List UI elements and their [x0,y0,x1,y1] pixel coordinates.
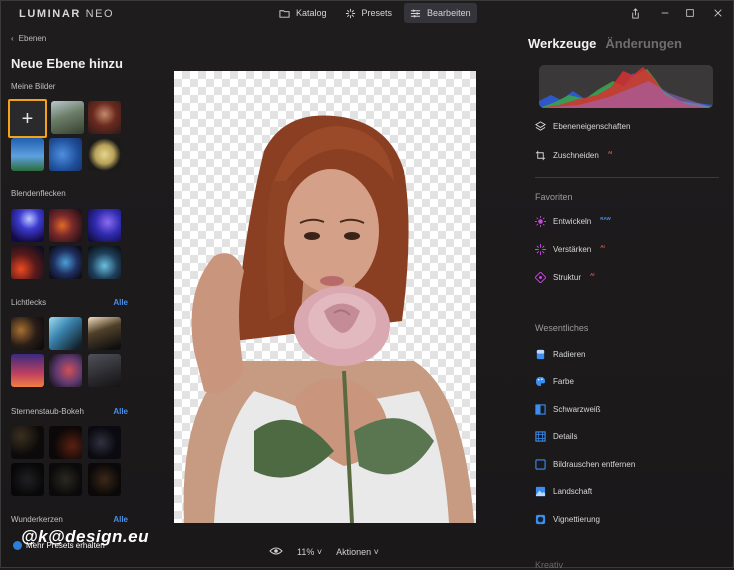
divider [535,177,719,178]
image-thumb-portrait[interactable] [88,101,121,134]
tab-werkzeuge[interactable]: Werkzeuge [528,36,596,51]
tool-zuschneiden[interactable]: Zuschneiden AI [535,150,612,161]
bottom-toolbar: 11% ˅ Aktionen ˅ [269,546,379,558]
watermark: @k@design.eu [21,527,149,546]
denoise-icon [535,459,546,470]
flare-thumb-2[interactable] [49,209,82,242]
leak-thumb-1[interactable] [11,317,44,350]
tool-farbe[interactable]: Farbe [535,376,574,387]
back-button[interactable]: ‹ Ebenen [11,34,46,43]
image-thumb-trees[interactable] [11,138,44,171]
tool-entwickeln[interactable]: Entwickeln RAW [535,216,611,227]
tool-schwarzweiss[interactable]: Schwarzweiß [535,404,601,415]
details-icon [535,431,546,442]
tool-verstaerken[interactable]: Verstärken AI [535,244,605,255]
bokeh-thumb-6[interactable] [88,463,121,496]
flare-thumb-6[interactable] [88,246,121,279]
crop-icon [535,150,546,161]
tool-bildrauschen[interactable]: Bildrauschen entfernen [535,459,635,470]
nav-bearbeiten[interactable]: Bearbeiten [404,3,477,23]
left-panel: ‹ Ebenen Neue Ebene hinzu Meine Bilder +… [1,26,136,569]
leak-thumb-2[interactable] [49,317,82,350]
portrait-image [183,115,475,523]
section-lichtlecks: Lichtlecks [11,298,47,307]
vignette-icon [535,514,546,525]
folder-icon [279,9,290,18]
histogram [539,65,713,108]
section-sternenstaub: Sternenstaub-Bokeh [11,407,84,416]
image-canvas[interactable] [174,71,476,523]
structure-icon [535,272,546,283]
sliders-icon [410,9,421,17]
tool-vignettierung[interactable]: Vignettierung [535,514,600,525]
image-thumb-moon[interactable] [88,138,121,171]
bokeh-thumb-2[interactable] [49,426,82,459]
zoom-dropdown[interactable]: 11% ˅ [297,547,322,557]
app-logo: LUMINAR NEO [19,8,115,20]
bokeh-thumb-3[interactable] [88,426,121,459]
title-bar: LUMINAR NEO Katalog Presets Bearbeiten [1,1,733,26]
tool-radieren[interactable]: Radieren [535,349,585,360]
section-kreativ-partial: Kreativ [535,560,564,570]
tool-details[interactable]: Details [535,431,577,442]
chevron-down-icon: ˅ [314,547,323,557]
bw-icon [535,404,546,415]
right-panel: Werkzeuge Änderungen Ebeneneigenschaften… [521,26,733,570]
app-window: LUMINAR NEO Katalog Presets Bearbeiten ‹… [0,0,734,570]
panel-title: Neue Ebene hinzu [11,56,123,71]
section-favoriten: Favoriten [535,192,573,202]
layers-icon [535,121,546,132]
bokeh-thumb-1[interactable] [11,426,44,459]
actions-dropdown[interactable]: Aktionen ˅ [336,547,379,557]
chevron-left-icon: ‹ [11,34,14,43]
chevron-down-icon: ˅ [371,547,379,557]
nav-katalog[interactable]: Katalog [273,3,333,23]
close-icon[interactable] [710,5,726,21]
bokeh-thumb-4[interactable] [11,463,44,496]
tool-struktur[interactable]: Struktur AI [535,272,595,283]
palette-icon [535,376,546,387]
sparkle-icon [345,8,355,18]
leak-thumb-3[interactable] [88,317,121,350]
section-meine-bilder: Meine Bilder [11,82,56,91]
eraser-icon [535,349,546,360]
tool-ebeneneigenschaften[interactable]: Ebeneneigenschaften [535,121,630,132]
alle-wunderkerzen-link[interactable]: Alle [113,515,128,524]
flare-thumb-3[interactable] [88,209,121,242]
tool-landschaft[interactable]: Landschaft [535,486,592,497]
section-wesentliches: Wesentliches [535,323,589,333]
flare-thumb-4[interactable] [11,246,44,279]
image-thumb-forest[interactable] [51,101,84,134]
flare-thumb-5[interactable] [49,246,82,279]
maximize-icon[interactable] [682,5,698,21]
leak-thumb-6[interactable] [88,354,121,387]
bokeh-thumb-5[interactable] [49,463,82,496]
leak-thumb-5[interactable] [49,354,82,387]
landscape-icon [535,486,546,497]
share-icon[interactable] [627,5,643,21]
nav-presets[interactable]: Presets [339,3,399,23]
sun-icon [535,216,546,227]
add-image-button[interactable]: + [8,99,47,138]
minimize-icon[interactable] [657,5,673,21]
tab-aenderungen[interactable]: Änderungen [605,36,682,51]
leak-thumb-4[interactable] [11,354,44,387]
panel-tabs: Werkzeuge Änderungen [528,36,682,51]
sparkle-purple-icon [535,244,546,255]
alle-lichtlecks-link[interactable]: Alle [113,298,128,307]
eye-icon[interactable] [269,546,283,558]
top-navigation: Katalog Presets Bearbeiten [273,3,477,23]
alle-sternenstaub-link[interactable]: Alle [113,407,128,416]
section-blendenflecken: Blendenflecken [11,189,66,198]
flare-thumb-1[interactable] [11,209,44,242]
image-thumb-birds[interactable] [49,138,82,171]
section-wunderkerzen: Wunderkerzen [11,515,63,524]
